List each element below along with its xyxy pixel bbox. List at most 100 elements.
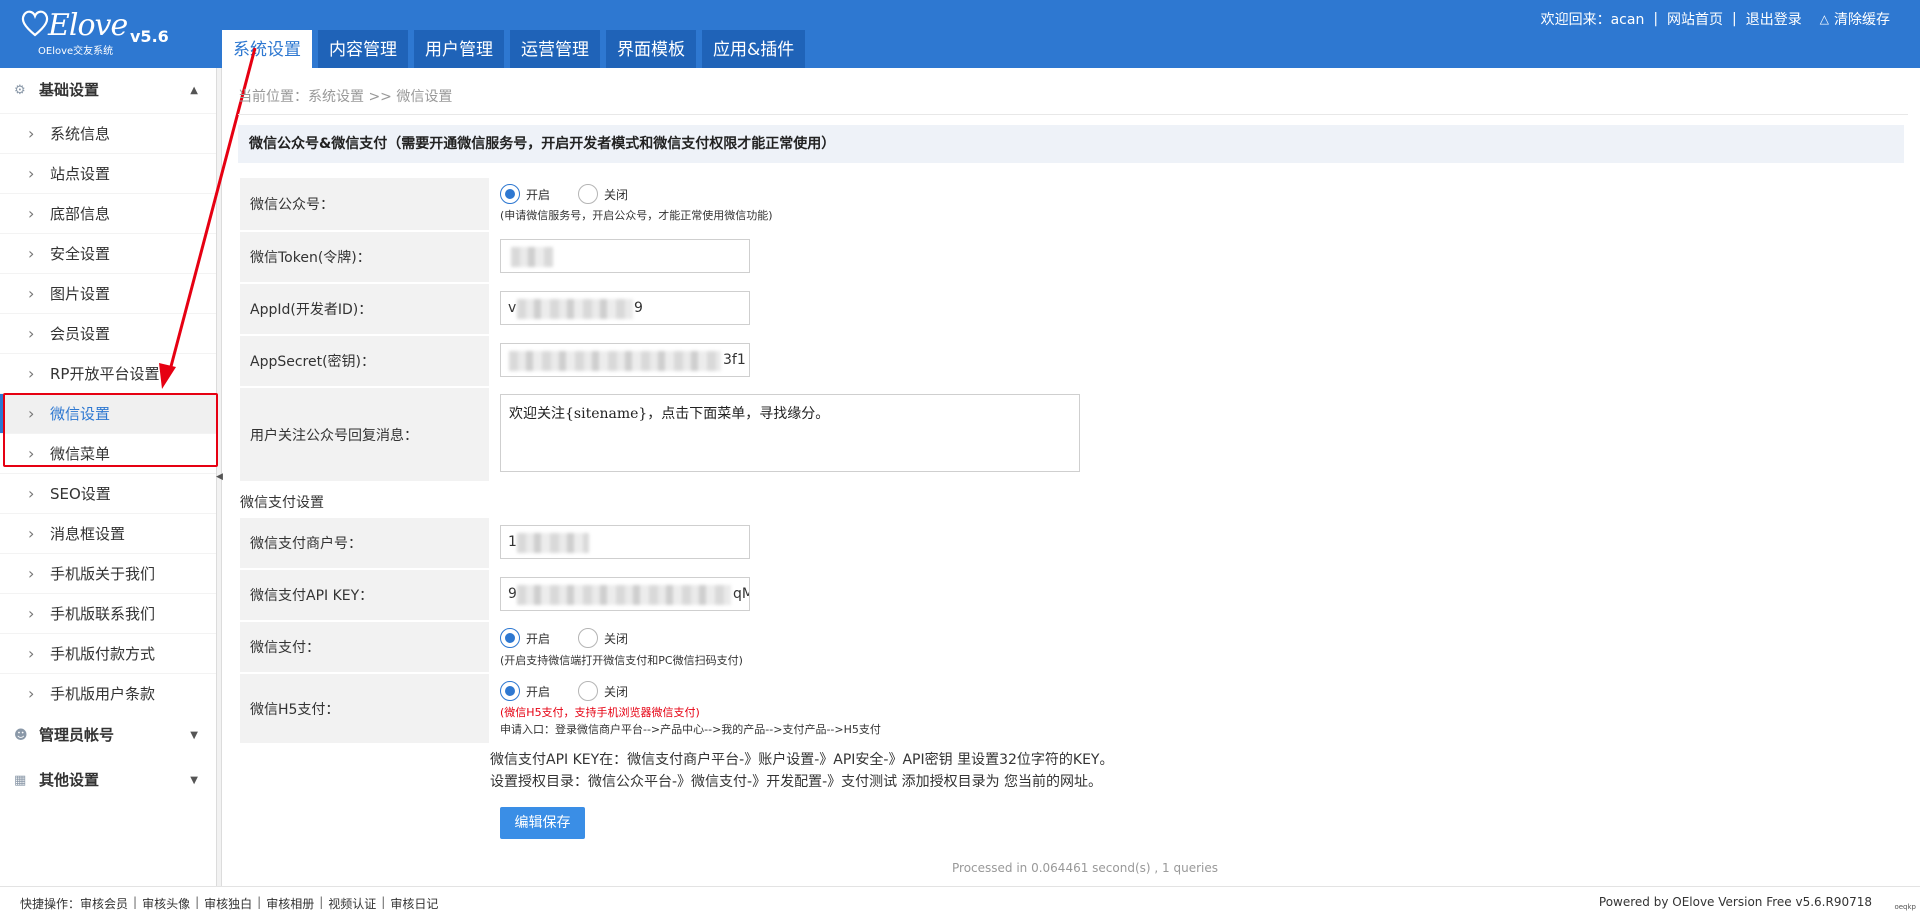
sidebar-item-member-settings[interactable]: › 会员设置 <box>0 313 216 353</box>
reply-message-textarea[interactable]: 欢迎关注{sitename}，点击下面菜单，寻找缘分。 <box>500 394 1080 472</box>
separator: | <box>195 895 200 909</box>
sidebar-item-wechat-settings[interactable]: › 微信设置 <box>0 393 216 434</box>
tab-user-management[interactable]: 用户管理 <box>414 30 504 68</box>
collapse-arrow-icon[interactable]: ◀ <box>216 470 223 484</box>
clear-cache-link[interactable]: 清除缓存 <box>1834 9 1890 29</box>
radio-label: 关闭 <box>604 684 629 699</box>
version-label: v5.6 <box>130 27 169 46</box>
sidebar-item-label: 站点设置 <box>50 165 111 183</box>
sidebar-group-label: 其他设置 <box>39 771 100 789</box>
top-nav: 系统设置 内容管理 用户管理 运营管理 界面模板 应用&插件 <box>222 30 806 68</box>
note-line-auth-dir: 设置授权目录：微信公众平台-》微信支付-》开发配置-》支付测试 添加授权目录为 … <box>490 774 1103 790</box>
chevron-right-icon: › <box>28 564 35 583</box>
wx-official-off-radio[interactable] <box>578 184 599 204</box>
grid-icon: ▦ <box>14 773 27 788</box>
gear-icon: ⚙ <box>14 83 26 98</box>
logo-subtitle: OElove交友系统 <box>38 46 114 57</box>
wx-pay-off-radio[interactable] <box>578 628 599 648</box>
tab-content-management[interactable]: 内容管理 <box>318 30 408 68</box>
sidebar-item-label: 手机版关于我们 <box>50 565 156 583</box>
sidebar-item-system-info[interactable]: › 系统信息 <box>0 113 216 153</box>
tab-system-settings[interactable]: 系统设置 <box>222 30 312 68</box>
footer: 快捷操作： 审核会员 | 审核头像 | 审核独白 | 审核相册 | 视频认证 |… <box>0 886 1920 917</box>
tab-templates[interactable]: 界面模板 <box>606 30 696 68</box>
sidebar-item-label: RP开放平台设置 <box>50 365 160 383</box>
sidebar-item-label: 底部信息 <box>50 205 111 223</box>
sidebar-group-other[interactable]: ▦ 其他设置 ▼ <box>0 758 216 803</box>
wx-official-on-radio[interactable] <box>500 184 520 204</box>
sidebar-item-rp-open-platform[interactable]: › RP开放平台设置 <box>0 353 216 393</box>
field-label-reply: 用户关注公众号回复消息： <box>240 388 489 481</box>
field-label-mch-id: 微信支付商户号： <box>240 518 489 568</box>
save-button[interactable]: 编辑保存 <box>500 807 585 839</box>
top-links: 欢迎回来：acan | 网站首页 | 退出登录 △ 清除缓存 <box>1541 9 1890 29</box>
quick-link-review-avatar[interactable]: 审核头像 <box>142 895 190 912</box>
h5-pay-radio-group: 开启 关闭 <box>500 681 656 701</box>
sidebar-item-mobile-terms[interactable]: › 手机版用户条款 <box>0 673 216 713</box>
sidebar-item-label: 手机版付款方式 <box>50 645 156 663</box>
caret-down-icon: ▼ <box>190 730 198 741</box>
separator: | <box>1732 11 1737 27</box>
sidebar-item-mobile-payment[interactable]: › 手机版付款方式 <box>0 633 216 673</box>
sidebar-item-mobile-about[interactable]: › 手机版关于我们 <box>0 553 216 593</box>
mch-id-input[interactable]: 1 <box>500 525 750 559</box>
appid-input[interactable]: v 9 <box>500 291 750 325</box>
broom-icon: △ <box>1819 12 1829 26</box>
tab-apps-plugins[interactable]: 应用&插件 <box>702 30 806 68</box>
quick-link-video-verify[interactable]: 视频认证 <box>328 895 376 912</box>
quick-link-review-diary[interactable]: 审核日记 <box>390 895 438 912</box>
divider <box>238 114 1908 115</box>
wx-official-hint: (申请微信服务号，开启公众号，才能正常使用微信功能) <box>500 209 773 222</box>
sidebar: ⚙ 基础设置 ▲ › 系统信息 › 站点设置 › 底部信息 › 安全设置 › 图片设置 ›… <box>0 68 217 886</box>
processed-info: Processed in 0.064461 second(s) , 1 quer… <box>952 861 1218 875</box>
site-home-link[interactable]: 网站首页 <box>1667 9 1723 29</box>
sidebar-item-seo[interactable]: › SEO设置 <box>0 473 216 513</box>
radio-label: 关闭 <box>604 187 629 202</box>
chevron-right-icon: › <box>28 204 35 223</box>
sidebar-item-security[interactable]: › 安全设置 <box>0 233 216 273</box>
separator: | <box>133 895 138 909</box>
logo[interactable]: Elove OElove交友系统 <box>21 6 128 62</box>
sidebar-item-message-box[interactable]: › 消息框设置 <box>0 513 216 553</box>
radio-label: 开启 <box>526 187 551 202</box>
appsecret-input[interactable]: 3f1 <box>500 343 750 377</box>
logout-link[interactable]: 退出登录 <box>1746 9 1802 29</box>
input-suffix: 9 <box>634 300 643 316</box>
separator: | <box>319 895 324 909</box>
chevron-right-icon: › <box>28 684 35 703</box>
h5-pay-on-radio[interactable] <box>500 681 520 701</box>
quick-actions: 快捷操作： 审核会员 | 审核头像 | 审核独白 | 审核相册 | 视频认证 |… <box>20 895 438 912</box>
api-key-input[interactable]: 9 qM <box>500 577 750 611</box>
quick-link-review-album[interactable]: 审核相册 <box>266 895 314 912</box>
sidebar-item-wechat-menu[interactable]: › 微信菜单 <box>0 433 216 473</box>
field-label-wx-pay: 微信支付： <box>240 622 489 672</box>
sidebar-group-label: 基础设置 <box>39 81 100 99</box>
sidebar-item-image-settings[interactable]: › 图片设置 <box>0 273 216 313</box>
quick-link-review-member[interactable]: 审核会员 <box>80 895 128 912</box>
separator: | <box>381 895 386 909</box>
sidebar-item-site-settings[interactable]: › 站点设置 <box>0 153 216 193</box>
sidebar-item-mobile-contact[interactable]: › 手机版联系我们 <box>0 593 216 633</box>
chevron-right-icon: › <box>28 404 35 423</box>
h5-pay-off-radio[interactable] <box>578 681 599 701</box>
sidebar-group-admin[interactable]: ☻ 管理员帐号 ▼ <box>0 713 216 758</box>
note-line-api-key: 微信支付API KEY在：微信支付商户平台-》账户设置-》API安全-》API密… <box>490 752 1114 768</box>
input-prefix: v <box>508 300 517 316</box>
sidebar-item-footer-info[interactable]: › 底部信息 <box>0 193 216 233</box>
panel-title: 微信公众号&微信支付（需要开通微信服务号，开启开发者模式和微信支付权限才能正常使… <box>238 125 1904 163</box>
tab-operations[interactable]: 运营管理 <box>510 30 600 68</box>
sidebar-item-label: 会员设置 <box>50 325 111 343</box>
separator: | <box>257 895 262 909</box>
quick-link-review-monologue[interactable]: 审核独白 <box>204 895 252 912</box>
wx-pay-on-radio[interactable] <box>500 628 520 648</box>
separator: | <box>1653 11 1659 27</box>
masked-value <box>517 533 589 553</box>
sidebar-group-basic[interactable]: ⚙ 基础设置 ▲ <box>0 68 216 113</box>
masked-value <box>509 351 721 371</box>
user-icon: ☻ <box>14 728 28 743</box>
chevron-right-icon: › <box>28 284 35 303</box>
token-input[interactable] <box>500 239 750 273</box>
masked-value <box>517 585 731 605</box>
chevron-right-icon: › <box>28 164 35 183</box>
h5-pay-hint-red: (微信H5支付，支持手机浏览器微信支付) <box>500 706 700 719</box>
